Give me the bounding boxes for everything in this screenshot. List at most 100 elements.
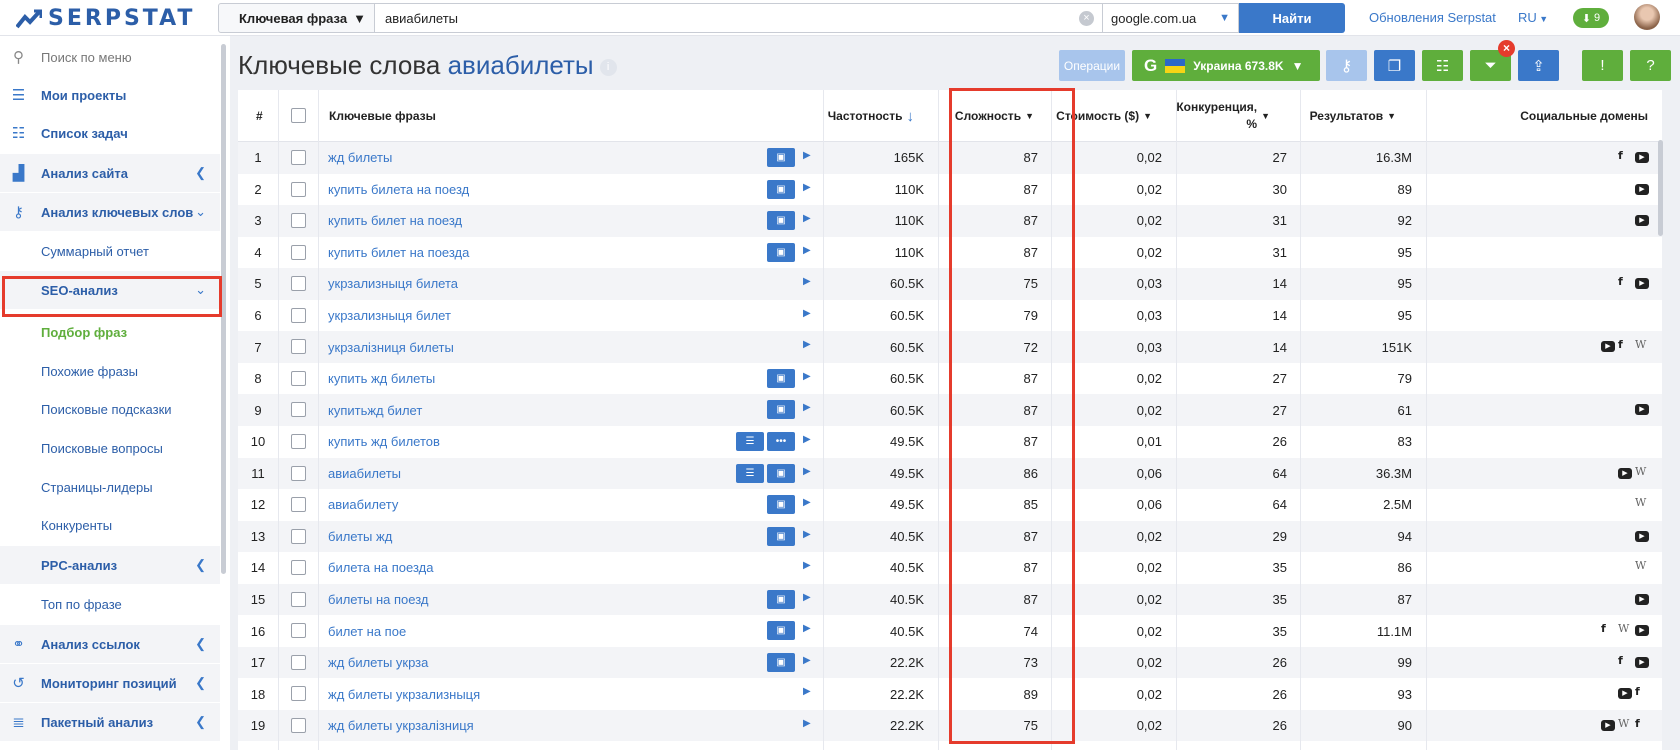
sidebar-item-similar[interactable]: Похожие фразы: [0, 352, 220, 390]
avatar[interactable]: [1634, 4, 1660, 30]
keyword-link[interactable]: купить жд билеты: [328, 363, 435, 395]
sidebar-item-rank-tracker[interactable]: ↺ Мониторинг позиций ❮: [0, 664, 220, 702]
feedback-button[interactable]: !: [1582, 50, 1623, 81]
wikipedia-icon[interactable]: W: [1618, 717, 1629, 730]
youtube-icon[interactable]: ▶: [1618, 467, 1632, 479]
search-input[interactable]: авиабилеты ×: [375, 3, 1103, 33]
serpstat-logo[interactable]: SERPSTAT: [16, 6, 195, 31]
keyword-link[interactable]: билеты на поезд: [328, 584, 429, 616]
keyword-link[interactable]: укрзализныця билет: [328, 300, 451, 332]
keyword-link[interactable]: жд билеты укрза: [328, 647, 428, 679]
expand-arrow-icon[interactable]: ▶: [803, 371, 811, 382]
expand-arrow-icon[interactable]: ▶: [803, 497, 811, 508]
row-checkbox[interactable]: [291, 402, 306, 418]
facebook-icon[interactable]: f: [1618, 275, 1623, 288]
search-engine-select[interactable]: google.com.ua ▼: [1103, 3, 1239, 33]
image-preview-button[interactable]: ▣: [767, 589, 795, 609]
downloads-badge[interactable]: ⬇ 9: [1573, 8, 1609, 28]
sidebar-item-backlinks[interactable]: ⚭ Анализ ссылок ❮: [0, 625, 220, 663]
keyword-link[interactable]: купитьжд билет: [328, 394, 422, 426]
keyword-link[interactable]: укрзализныця билета: [328, 268, 458, 300]
sidebar-item-projects[interactable]: ☰ Мои проекты: [0, 76, 220, 114]
image-preview-button[interactable]: ▣: [767, 179, 795, 199]
serp-list-button[interactable]: ☰: [736, 463, 764, 483]
youtube-icon[interactable]: ▶: [1618, 688, 1632, 700]
image-preview-button[interactable]: ▣: [767, 148, 795, 167]
sidebar-item-tasks[interactable]: ☷ Список задач: [0, 114, 220, 152]
clear-icon[interactable]: ×: [1079, 11, 1094, 26]
info-icon[interactable]: i: [599, 58, 617, 76]
col-competition[interactable]: Конкуренция,% ▼: [1168, 90, 1270, 142]
sidebar-item-suggestions[interactable]: Поисковые подсказки: [0, 390, 220, 428]
youtube-icon[interactable]: ▶: [1635, 656, 1649, 668]
row-checkbox[interactable]: [291, 433, 306, 449]
row-checkbox[interactable]: [291, 623, 306, 639]
image-preview-button[interactable]: ▣: [767, 400, 795, 420]
keyword-link[interactable]: укрзалізниця билеты: [328, 331, 454, 363]
sidebar-item-top-pages[interactable]: Страницы-лидеры: [0, 468, 220, 506]
row-checkbox[interactable]: [291, 370, 306, 386]
expand-arrow-icon[interactable]: ▶: [803, 276, 811, 287]
keyword-link[interactable]: билеты жд: [328, 521, 392, 553]
expand-arrow-icon[interactable]: ▶: [803, 623, 811, 634]
sidebar-item-top-phrase[interactable]: Топ по фразе: [0, 585, 220, 623]
youtube-icon[interactable]: ▶: [1635, 215, 1649, 227]
youtube-icon[interactable]: ▶: [1601, 719, 1615, 731]
col-keyword[interactable]: Ключевые фразы: [329, 90, 436, 142]
col-results[interactable]: Результатов ▼: [1278, 90, 1396, 142]
facebook-icon[interactable]: f: [1635, 717, 1640, 730]
row-checkbox[interactable]: [291, 686, 306, 702]
expand-arrow-icon[interactable]: ▶: [803, 402, 811, 413]
wikipedia-icon[interactable]: W: [1635, 496, 1646, 509]
sidebar-item-keyword-analysis[interactable]: ⚷ Анализ ключевых слов ⌄: [0, 193, 220, 231]
facebook-icon[interactable]: f: [1601, 622, 1606, 635]
image-preview-button[interactable]: ▣: [767, 495, 795, 515]
keyword-link[interactable]: билета на поезда: [328, 552, 433, 584]
wikipedia-icon[interactable]: W: [1635, 465, 1646, 478]
keyword-link[interactable]: купить билета на поезд: [328, 174, 469, 206]
image-preview-button[interactable]: ▣: [767, 463, 795, 483]
expand-arrow-icon[interactable]: ▶: [803, 182, 811, 193]
youtube-icon[interactable]: ▶: [1635, 278, 1649, 290]
youtube-icon[interactable]: ▶: [1635, 152, 1649, 163]
operations-button[interactable]: Операции: [1059, 50, 1125, 81]
expand-arrow-icon[interactable]: ▶: [803, 213, 811, 224]
table-scrollbar[interactable]: [1658, 140, 1663, 236]
row-checkbox[interactable]: [291, 497, 306, 513]
row-checkbox[interactable]: [291, 181, 306, 197]
expand-arrow-icon[interactable]: ▶: [803, 150, 811, 161]
sidebar-item-keyword-selection[interactable]: Подбор фраз: [0, 313, 220, 351]
youtube-icon[interactable]: ▶: [1635, 593, 1649, 605]
expand-arrow-icon[interactable]: ▶: [803, 466, 811, 477]
sidebar-item-competitors[interactable]: Конкуренты: [0, 506, 220, 544]
keyword-link[interactable]: авиабилеты: [328, 458, 401, 490]
row-checkbox[interactable]: [291, 307, 306, 323]
image-preview-button[interactable]: ▣: [767, 368, 795, 388]
export-button[interactable]: ⇪: [1518, 50, 1559, 81]
more-button[interactable]: •••: [767, 431, 795, 451]
sidebar-item-site-analysis[interactable]: ▟ Анализ сайта ❮: [0, 154, 220, 192]
find-button[interactable]: Найти: [1239, 3, 1345, 33]
expand-arrow-icon[interactable]: ▶: [803, 529, 811, 540]
keyword-link[interactable]: купить билет на поезда: [328, 237, 469, 269]
keyword-link[interactable]: билет на пое: [328, 615, 406, 647]
keyword-link[interactable]: жд билеты: [328, 142, 392, 174]
youtube-icon[interactable]: ▶: [1635, 625, 1649, 637]
expand-arrow-icon[interactable]: ▶: [803, 308, 811, 319]
key-button[interactable]: ⚷: [1326, 50, 1367, 81]
sidebar-search[interactable]: ⚲ Поиск по меню: [0, 38, 220, 76]
row-checkbox[interactable]: [291, 717, 306, 733]
region-select[interactable]: G Украина 673.8K ▼: [1132, 50, 1320, 81]
facebook-icon[interactable]: f: [1618, 338, 1623, 351]
expand-arrow-icon[interactable]: ▶: [803, 655, 811, 666]
expand-arrow-icon[interactable]: ▶: [803, 686, 811, 697]
facebook-icon[interactable]: f: [1618, 149, 1623, 162]
keyword-link[interactable]: жд билеты укрзалізниця: [328, 710, 474, 742]
copy-button[interactable]: ❐: [1374, 50, 1415, 81]
wikipedia-icon[interactable]: W: [1635, 338, 1646, 351]
sidebar-item-batch[interactable]: ≣ Пакетный анализ ❮: [0, 703, 220, 741]
sidebar-item-ppc[interactable]: PPC-анализ ❮: [0, 546, 220, 584]
expand-arrow-icon[interactable]: ▶: [803, 560, 811, 571]
wikipedia-icon[interactable]: W: [1635, 559, 1646, 572]
expand-arrow-icon[interactable]: ▶: [803, 592, 811, 603]
